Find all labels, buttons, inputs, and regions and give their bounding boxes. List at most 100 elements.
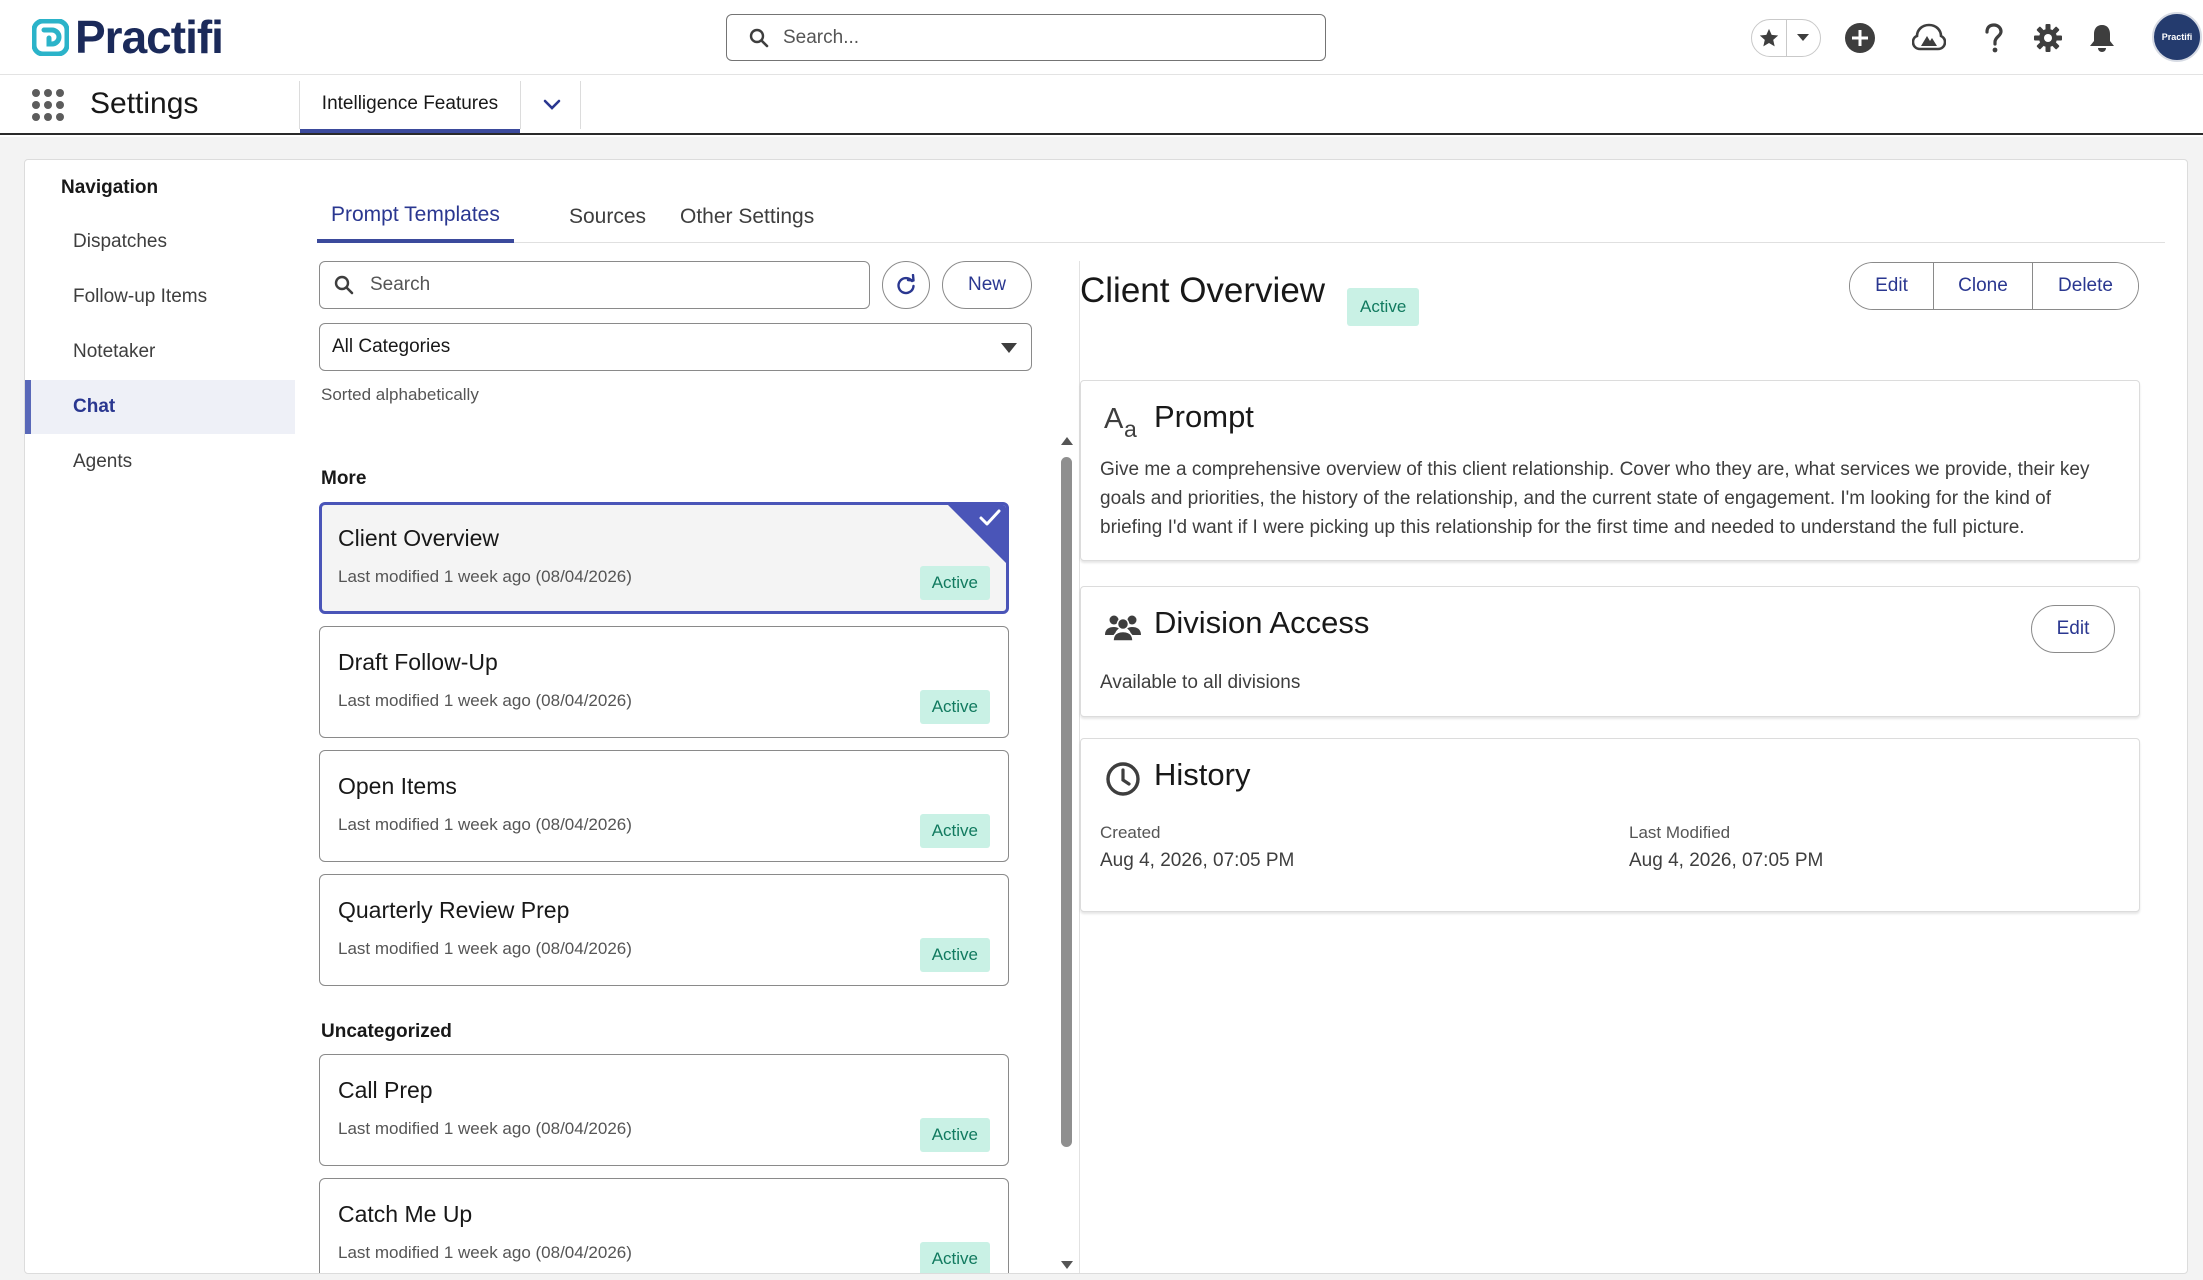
division-access-text: Available to all divisions bbox=[1100, 672, 1301, 693]
template-search[interactable] bbox=[319, 261, 870, 309]
template-item-name: Quarterly Review Prep bbox=[338, 897, 570, 923]
edit-button[interactable]: Edit bbox=[1850, 263, 1933, 309]
division-access-panel: Division Access Edit Available to all di… bbox=[1080, 586, 2140, 717]
sub-tab-bar: Prompt Templates Sources Other Settings bbox=[317, 190, 2165, 243]
last-modified-label: Last Modified bbox=[1629, 823, 1731, 842]
detail-status-badge: Active bbox=[1347, 288, 1420, 326]
scrollbar-thumb[interactable] bbox=[1061, 457, 1072, 1147]
tab-other-settings[interactable]: Other Settings bbox=[680, 190, 814, 243]
template-search-input[interactable] bbox=[370, 274, 840, 296]
global-search-input[interactable] bbox=[783, 26, 1283, 49]
template-item-call-prep[interactable]: Call Prep Last modified 1 week ago (08/0… bbox=[319, 1054, 1009, 1166]
status-badge: Active bbox=[919, 566, 990, 600]
favorites-button[interactable] bbox=[1752, 19, 1786, 57]
user-avatar[interactable]: Practifi bbox=[2152, 12, 2202, 62]
template-item-meta: Last modified 1 week ago (08/04/2026) bbox=[338, 815, 632, 834]
status-badge: Active bbox=[919, 1242, 990, 1273]
category-select-value: All Categories bbox=[332, 336, 451, 357]
history-panel: History Created Aug 4, 2026, 07:05 PM La… bbox=[1080, 738, 2140, 912]
clock-icon bbox=[1103, 759, 1143, 799]
template-item-quarterly-review-prep[interactable]: Quarterly Review Prep Last modified 1 we… bbox=[319, 874, 1009, 986]
practifi-logo[interactable]: Practifi bbox=[31, 11, 224, 63]
svg-text:A: A bbox=[1104, 403, 1124, 435]
new-template-button[interactable]: New bbox=[942, 261, 1032, 309]
checkmark-icon bbox=[979, 509, 1001, 526]
nav-item-agents[interactable]: Agents bbox=[25, 435, 295, 489]
nav-divider bbox=[580, 81, 581, 129]
tab-sources[interactable]: Sources bbox=[569, 190, 646, 243]
text-format-icon: Aa bbox=[1103, 401, 1143, 441]
template-item-open-items[interactable]: Open Items Last modified 1 week ago (08/… bbox=[319, 750, 1009, 862]
search-icon bbox=[334, 275, 354, 295]
history-heading: History bbox=[1154, 757, 1251, 792]
template-item-name: Client Overview bbox=[338, 525, 500, 551]
template-item-draft-follow-up[interactable]: Draft Follow-Up Last modified 1 week ago… bbox=[319, 626, 1009, 738]
chevron-down-icon bbox=[543, 99, 561, 110]
brand-name: Practifi bbox=[75, 11, 224, 63]
template-item-meta: Last modified 1 week ago (08/04/2026) bbox=[338, 567, 632, 586]
template-item-name: Draft Follow-Up bbox=[338, 649, 498, 675]
division-access-edit-button[interactable]: Edit bbox=[2031, 605, 2115, 653]
global-search[interactable] bbox=[726, 14, 1326, 61]
app-name: Settings bbox=[90, 87, 199, 120]
caret-down-icon bbox=[1001, 343, 1017, 353]
favorites-dropdown-button[interactable] bbox=[1785, 19, 1820, 57]
nav-tab-intelligence-features[interactable]: Intelligence Features bbox=[300, 79, 520, 133]
status-badge: Active bbox=[919, 690, 990, 724]
help-button[interactable] bbox=[1975, 19, 2013, 57]
notifications-button[interactable] bbox=[2083, 19, 2121, 57]
template-item-meta: Last modified 1 week ago (08/04/2026) bbox=[338, 691, 632, 710]
setup-button[interactable] bbox=[2029, 19, 2067, 57]
chevron-down-icon bbox=[1797, 34, 1810, 41]
refresh-button[interactable] bbox=[882, 261, 930, 309]
app-launcher-icon[interactable] bbox=[32, 89, 64, 121]
sort-note: Sorted alphabetically bbox=[321, 385, 479, 404]
detail-title: Client Overview bbox=[1080, 271, 1326, 310]
svg-text:a: a bbox=[1124, 416, 1137, 440]
status-badge: Active bbox=[919, 1118, 990, 1152]
nav-item-dispatches[interactable]: Dispatches bbox=[25, 215, 295, 269]
list-scrollbar[interactable] bbox=[1058, 435, 1074, 1273]
practifi-logo-icon bbox=[31, 18, 70, 56]
question-icon bbox=[1985, 23, 2003, 53]
delete-button[interactable]: Delete bbox=[2032, 263, 2138, 309]
prompt-heading: Prompt bbox=[1154, 399, 1254, 434]
created-value: Aug 4, 2026, 07:05 PM bbox=[1100, 850, 1295, 871]
last-modified-value: Aug 4, 2026, 07:05 PM bbox=[1629, 850, 1824, 871]
template-item-name: Open Items bbox=[338, 773, 457, 799]
category-select[interactable]: All Categories bbox=[319, 323, 1032, 371]
status-badge: Active bbox=[919, 814, 990, 848]
nav-menu-button[interactable] bbox=[530, 89, 574, 121]
nav-item-chat[interactable]: Chat bbox=[25, 380, 295, 434]
prompt-text: Give me a comprehensive overview of this… bbox=[1100, 459, 2090, 538]
division-access-heading: Division Access bbox=[1154, 605, 1370, 640]
star-icon bbox=[1759, 28, 1779, 47]
trailhead-icon bbox=[1912, 23, 1946, 51]
people-icon bbox=[1103, 607, 1143, 647]
prompt-panel: Aa Prompt Give me a comprehensive overvi… bbox=[1080, 380, 2140, 561]
scroll-up-arrow-icon[interactable] bbox=[1061, 437, 1073, 445]
group-heading-more: More bbox=[321, 468, 367, 489]
clone-button[interactable]: Clone bbox=[1933, 263, 2032, 309]
global-actions-button[interactable] bbox=[1841, 19, 1879, 57]
page-background: Navigation Dispatches Follow-up Items No… bbox=[0, 137, 2203, 1280]
template-item-meta: Last modified 1 week ago (08/04/2026) bbox=[338, 939, 632, 958]
app-navigation-bar: Settings Intelligence Features bbox=[0, 75, 2203, 135]
plus-circle-icon bbox=[1845, 23, 1875, 53]
gear-icon bbox=[2034, 24, 2062, 52]
settings-card: Navigation Dispatches Follow-up Items No… bbox=[24, 159, 2188, 1274]
template-item-meta: Last modified 1 week ago (08/04/2026) bbox=[338, 1243, 632, 1262]
nav-item-notetaker[interactable]: Notetaker bbox=[25, 325, 295, 379]
template-item-name: Catch Me Up bbox=[338, 1201, 473, 1227]
template-item-catch-me-up[interactable]: Catch Me Up Last modified 1 week ago (08… bbox=[319, 1178, 1009, 1273]
tab-prompt-templates[interactable]: Prompt Templates bbox=[317, 190, 514, 243]
template-item-client-overview[interactable]: Client Overview Last modified 1 week ago… bbox=[319, 502, 1009, 614]
template-list: More Client Overview Last modified 1 wee… bbox=[319, 435, 1069, 1273]
trailhead-button[interactable] bbox=[1910, 19, 1948, 57]
template-item-meta: Last modified 1 week ago (08/04/2026) bbox=[338, 1119, 632, 1138]
search-icon bbox=[749, 28, 769, 47]
scroll-down-arrow-icon[interactable] bbox=[1061, 1261, 1073, 1269]
navigation-heading: Navigation bbox=[61, 177, 159, 198]
nav-item-follow-up-items[interactable]: Follow-up Items bbox=[25, 270, 295, 324]
detail-action-buttons: Edit Clone Delete bbox=[1849, 262, 2139, 310]
